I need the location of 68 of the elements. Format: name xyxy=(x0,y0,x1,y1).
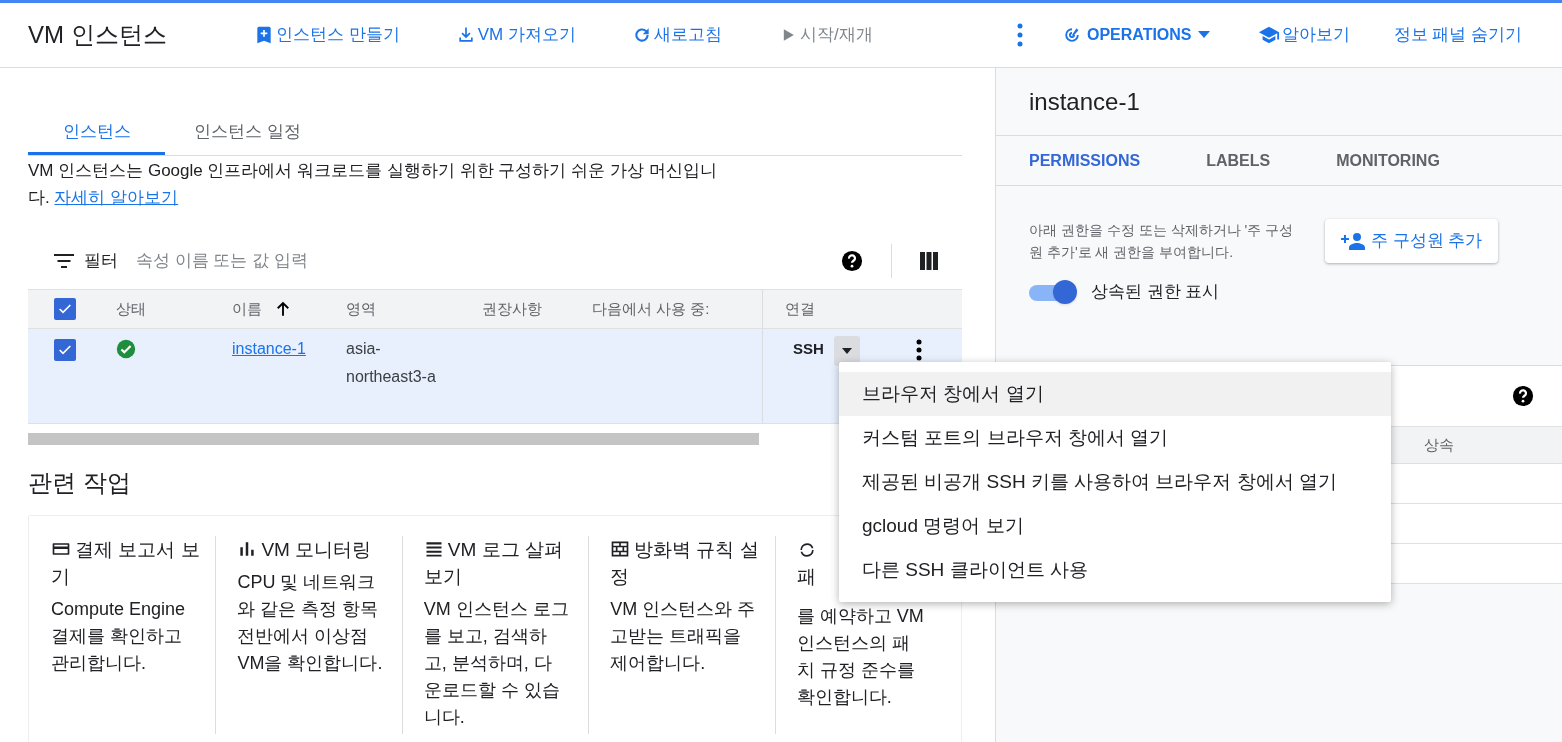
create-button[interactable]: 인스턴스 만들기 xyxy=(254,22,400,48)
instance-link[interactable]: instance-1 xyxy=(232,335,308,363)
card-text: 치 규정 준수를 xyxy=(796,659,915,682)
panel-tab[interactable]: MONITORING xyxy=(1336,148,1440,173)
ssh-label: SSH xyxy=(793,339,824,359)
more-vert-icon xyxy=(1016,23,1023,47)
card-title[interactable]: 방화벽 규칙 설정 xyxy=(610,536,761,590)
card-text: Compute Engine 결제를 확인하고 관리합니다. xyxy=(51,598,187,675)
checkbox[interactable] xyxy=(54,339,76,361)
menu-item[interactable]: 커스텀 포트의 브라우저 창에서 열기 xyxy=(839,416,1391,460)
help-icon xyxy=(1512,385,1534,407)
tab[interactable]: 인스턴스 xyxy=(28,111,165,155)
add-principal-button[interactable]: 주 구성원 추가 xyxy=(1325,219,1499,263)
refresh-button[interactable]: 새로고침 xyxy=(631,22,722,48)
menu-item[interactable]: 브라우저 창에서 열기 xyxy=(839,372,1391,416)
menu-item[interactable]: 다른 SSH 클라이언트 사용 xyxy=(839,548,1391,592)
horizontal-scrollbar[interactable] xyxy=(28,433,759,445)
card-text: VM 인스턴스 로그를 보고, 검색하고, 분석하며, 다운로드할 수 있습니다. xyxy=(423,598,569,729)
column-header: 영역 xyxy=(346,298,376,319)
column-header: 상태 xyxy=(116,298,146,319)
learn-more-link[interactable]: 자세히 알아보기 xyxy=(54,188,179,207)
card-title[interactable]: VM 모니터링 xyxy=(237,536,388,563)
hide-panel-button[interactable]: 정보 패널 숨기기 xyxy=(1393,22,1522,48)
toggle-switch[interactable] xyxy=(1029,279,1079,304)
card-title[interactable]: 패 xyxy=(796,563,816,590)
card-title[interactable]: 결제 보고서 보기 xyxy=(51,536,201,590)
caret-down-icon xyxy=(841,348,852,354)
checkbox[interactable] xyxy=(54,298,76,320)
card-text: VM 인스턴스와 주고받는 트래픽을 제어합니다. xyxy=(610,598,756,675)
columns-icon xyxy=(920,252,938,270)
menu-item[interactable]: 제공된 비공개 SSH 키를 사용하여 브라우저 창에서 열기 xyxy=(839,460,1391,504)
panel-title: instance-1 xyxy=(996,68,1562,136)
filter-icon xyxy=(54,254,74,268)
operations-button[interactable]: OPERATIONS xyxy=(1062,23,1210,47)
sort-arrow-icon xyxy=(274,300,292,318)
page-title: VM 인스턴스 xyxy=(28,20,168,50)
column-header: 상속 xyxy=(1424,434,1454,455)
card-text: 를 예약하고 VM xyxy=(796,605,924,628)
plus-box-icon xyxy=(254,25,274,45)
gauge-icon xyxy=(1062,26,1081,44)
card-text: 인스턴스의 패 xyxy=(796,632,910,655)
zone-text: asia-northeast3-a xyxy=(346,339,437,387)
menu-item[interactable]: gcloud 명령어 보기 xyxy=(839,504,1391,548)
ssh-dropdown-button[interactable] xyxy=(833,336,860,366)
panel-tab[interactable]: LABELS xyxy=(1206,148,1271,173)
filter-label: 필터 xyxy=(84,250,118,273)
card-text: 확인합니다. xyxy=(796,686,892,709)
help-icon xyxy=(841,250,863,272)
tab[interactable]: 인스턴스 일정 xyxy=(165,111,330,155)
filter-field[interactable]: 속성 이름 또는 값 입력 xyxy=(136,248,841,274)
caret-down-icon xyxy=(1197,31,1210,39)
import-button[interactable]: VM 가져오기 xyxy=(455,22,576,48)
column-header: 권장사항 xyxy=(482,298,542,319)
more-vert-icon xyxy=(915,339,922,361)
toggle-label: 상속된 권한 표시 xyxy=(1091,281,1220,303)
add-person-icon xyxy=(1341,231,1365,251)
panel-hint-text: 아래 권한을 수정 또는 삭제하거나 '주 구성원 추가'로 새 권한을 부여합니다. xyxy=(1029,221,1294,262)
description-text: VM 인스턴스는 Google 인프라에서 워크로드를 실행하기 위한 구성하기 쉬운 가상 머신입니다. 자세히 알아보기 xyxy=(28,160,718,209)
column-header: 연결 xyxy=(785,298,815,319)
graduation-cap-icon xyxy=(1257,24,1280,46)
card-title[interactable]: VM 로그 살펴보기 xyxy=(423,536,574,590)
brick-wall-icon xyxy=(610,539,631,559)
panel-tab[interactable]: PERMISSIONS xyxy=(1029,148,1141,173)
column-header[interactable]: 이름 xyxy=(232,297,262,321)
column-header: 다음에서 사용 중: xyxy=(592,298,710,319)
section-heading: 관련 작업 xyxy=(28,468,131,498)
learn-button[interactable]: 알아보기 xyxy=(1257,22,1350,48)
card-text: CPU 및 네트워크와 같은 측정 항목 전반에서 이상점 VM을 확인합니다. xyxy=(237,571,383,675)
